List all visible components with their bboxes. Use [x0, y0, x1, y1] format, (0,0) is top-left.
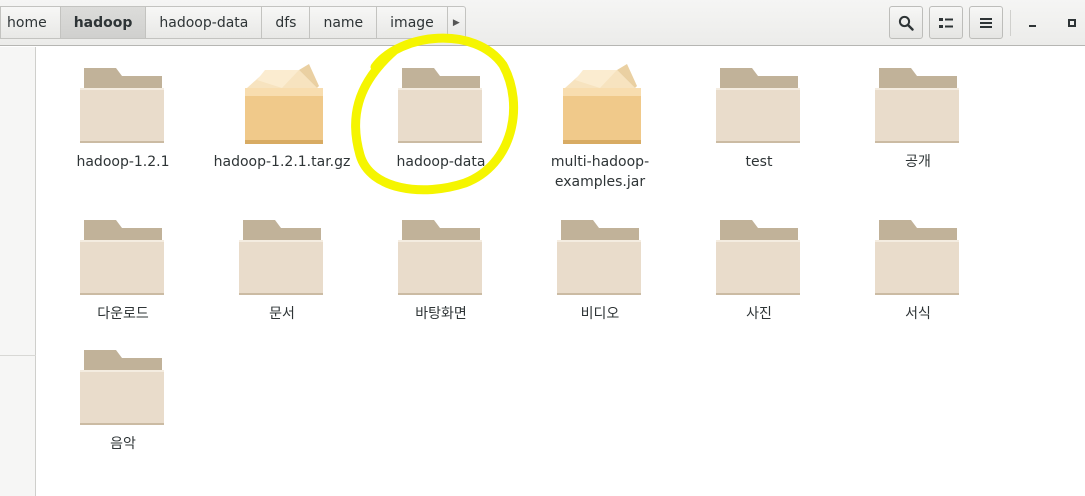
folder-icon	[396, 58, 486, 148]
file-name-label: 문서	[269, 306, 295, 322]
folder-icon	[78, 210, 168, 300]
file-name-label: hadoop-data	[396, 154, 486, 170]
folder-item[interactable]: 다운로드	[48, 210, 198, 324]
file-name-label: 음악	[110, 436, 136, 452]
folder-item[interactable]: hadoop-1.2.1	[48, 58, 198, 172]
folder-icon	[714, 210, 804, 300]
folder-item[interactable]: 음악	[48, 340, 198, 454]
archive-icon	[237, 58, 327, 148]
folder-icon	[237, 210, 327, 300]
file-name-label: 서식	[905, 306, 931, 322]
file-name-label: 바탕화면	[415, 306, 467, 322]
folder-item[interactable]: 문서	[207, 210, 357, 324]
archive-icon	[555, 58, 645, 148]
folder-item[interactable]: 서식	[843, 210, 993, 324]
file-name-label: 공개	[905, 154, 931, 170]
file-name-label: 사진	[746, 306, 772, 322]
folder-icon	[555, 210, 645, 300]
folder-item[interactable]: 공개	[843, 58, 993, 172]
file-name-label: hadoop-1.2.1	[76, 154, 170, 170]
folder-item[interactable]: 바탕화면	[366, 210, 516, 324]
file-manager-window: home hadoop hadoop-data dfs name image ▶	[0, 0, 1085, 496]
folder-icon	[714, 58, 804, 148]
folder-icon	[396, 210, 486, 300]
folder-icon	[78, 340, 168, 430]
file-grid: hadoop-1.2.1 hadoop-1.2.1.tar.gz hadoop-da…	[0, 0, 1085, 496]
folder-item[interactable]: 비디오	[525, 210, 675, 324]
folder-icon	[873, 210, 963, 300]
file-name-label: test	[745, 154, 773, 170]
file-item[interactable]: hadoop-1.2.1.tar.gz	[207, 58, 357, 172]
folder-item[interactable]: test	[684, 58, 834, 172]
file-name-label: 비디오	[580, 306, 620, 322]
folder-item[interactable]: 사진	[684, 210, 834, 324]
file-name-label: hadoop-1.2.1.tar.gz	[213, 154, 351, 170]
file-name-label: 다운로드	[97, 306, 149, 322]
file-name-label: multi-hadoop-examples.jar	[550, 154, 650, 190]
folder-icon	[873, 58, 963, 148]
file-item[interactable]: multi-hadoop-examples.jar	[525, 58, 675, 192]
folder-item[interactable]: hadoop-data	[366, 58, 516, 172]
folder-icon	[78, 58, 168, 148]
